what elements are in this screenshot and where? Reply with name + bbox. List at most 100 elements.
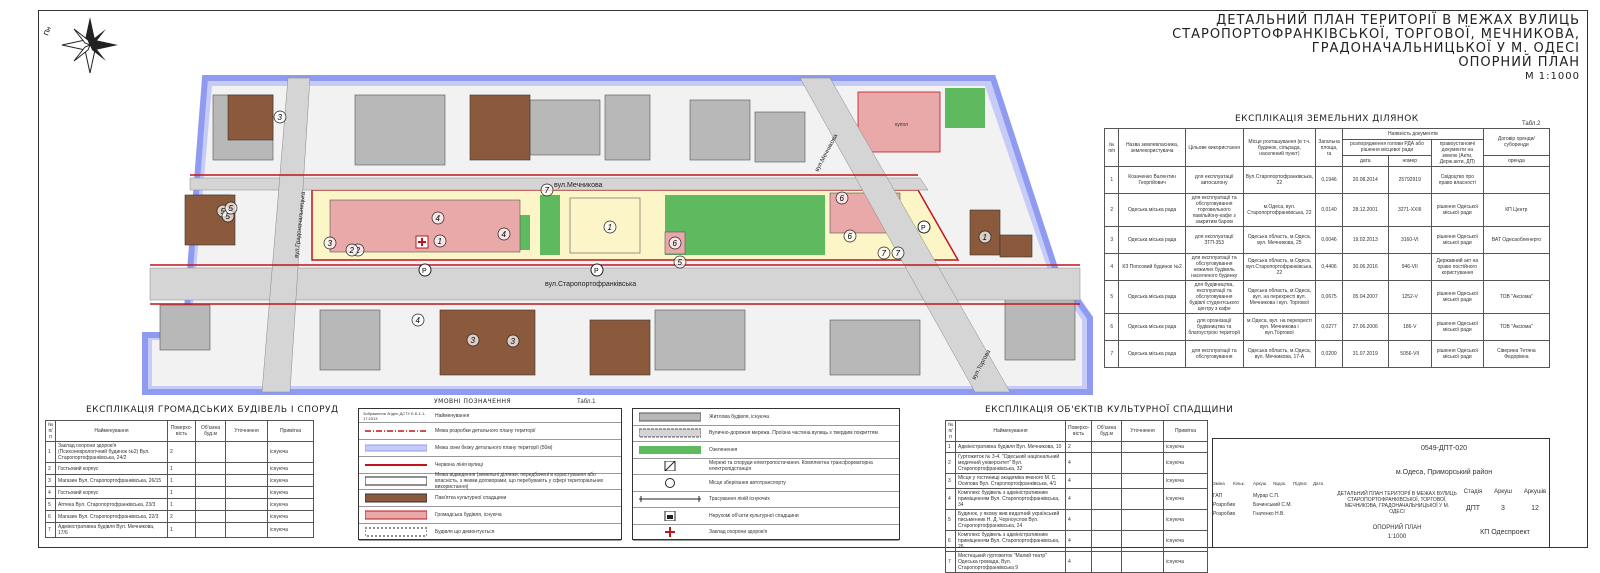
legend-label: Вулично-дорожня мережа. Проїзна частина … (709, 430, 878, 437)
table-cell: Одеська міська рада (1118, 340, 1186, 368)
residential-building (654, 309, 746, 371)
col-header: Примітка (1163, 420, 1208, 442)
table-row: 2 Гостьовий корпус 1 існуюча (45, 462, 314, 475)
table-cell: ВАТ Одесаобленерго (1482, 226, 1551, 254)
green-area (945, 88, 985, 128)
table-cell: Вул.Старопортофранківська, 22 (1242, 166, 1317, 194)
table-cell: Аптека Вул. Старопортофранківська, 23/3 (55, 498, 168, 511)
table-cell: Одеська область, м.Одеса, вул. Мечникова… (1242, 226, 1317, 254)
table-cell: 0,0140 (1315, 193, 1343, 227)
residential-building (604, 94, 651, 161)
table-cell: 30.06.2016 (1342, 253, 1389, 281)
stamp-role: Розробив (1213, 502, 1236, 508)
table-cell (1121, 488, 1164, 510)
compass-north-label: Пн (43, 26, 53, 37)
legend-label: Місце зберігання автотранспорту (709, 479, 786, 486)
residential-building (829, 319, 921, 376)
table-cell: 1 (167, 462, 196, 475)
plan-title: ДЕТАЛЬНИЙ ПЛАН ТЕРИТОРІЇ В МЕЖАХ ВУЛИЦЬ … (1100, 14, 1580, 84)
table-cell: Магазин Вул. Старопортофранківська, 22/3 (55, 510, 168, 523)
heritage-building (469, 94, 531, 161)
legend-swatch-icon (639, 412, 701, 422)
street-label-mechnykova: вул.Мечникова (554, 182, 603, 189)
table-cell: 6 (45, 510, 56, 523)
table-cell: Комплекс будівель з адміністративним при… (955, 488, 1066, 510)
table-cell: рішення Одеської міської ради (1430, 280, 1484, 314)
table-row: 5 Одеська міська рада для будівництва, екс… (1103, 280, 1551, 314)
table-cell: 1252-V (1387, 280, 1432, 314)
table-cell: існуюча (267, 510, 314, 523)
table-cell: для експлуатації ЗТП-353 (1184, 226, 1244, 254)
svg-text:P: P (422, 268, 427, 275)
table-row: 1 Заклад охорони здоров'я (Психоневрологі… (45, 441, 314, 463)
table-cell: Гостьовий корпус (55, 462, 168, 475)
land-table-number: Табл.2 (1522, 121, 1541, 127)
stamp-role-row: Розробив Бачинський С.М. (1213, 502, 1335, 511)
residential-building (159, 304, 211, 351)
table-cell: 20.08.2014 (1342, 166, 1389, 194)
land-table-caption: ЕКСПЛІКАЦІЯ ЗЕМЕЛЬНИХ ДІЛЯНОК (1235, 114, 1419, 124)
table-cell (1482, 166, 1551, 194)
table-cell: рішення Одеської міської ради (1430, 340, 1484, 368)
table-cell: 0,0277 (1315, 313, 1343, 341)
marker-number: 1 (438, 237, 442, 246)
table-cell: 0,0046 (1315, 226, 1343, 254)
legend-label: Заклад охорони здоров'я (709, 529, 768, 536)
stamp-sheets: 12 (1531, 505, 1539, 512)
col-header: Найменування (55, 420, 168, 442)
public-table-caption: ЕКСПЛІКАЦІЯ ГРОМАДСЬКИХ БУДІВЕЛЬ І СПОРУ… (86, 405, 339, 415)
stamp-role-row: Розробив Гнатенко Н.В. (1213, 511, 1335, 520)
table-cell: 3271-XXIII (1387, 193, 1432, 227)
marker-number: 4 (502, 230, 507, 239)
marker-number: 1 (608, 223, 612, 232)
table-cell: 5 (45, 498, 56, 511)
legend-swatch-icon (665, 477, 675, 488)
legend-row: Нерухомі об'єкти культурної спадщини (633, 508, 899, 525)
table-cell: 27.06.2006 (1342, 313, 1389, 341)
legend-swatch-icon (365, 476, 427, 486)
table-cell: 186-V (1387, 313, 1432, 341)
table-cell: 0,4406 (1315, 253, 1343, 281)
table-cell: рішення Одеської міської ради (1430, 226, 1484, 254)
table-cell: Місце у гостинищі академіка вченого М. С… (955, 473, 1066, 489)
col-header: правоустановчі документи на землю (Акти,… (1430, 139, 1484, 167)
table-cell: 1 (167, 498, 196, 511)
legend-label: Трасування ліній існуючих (709, 496, 770, 503)
legend-label: Нерухомі об'єкти культурної спадщини (709, 512, 799, 519)
table-cell: 4 (1065, 488, 1092, 510)
table-cell: 2 (167, 510, 196, 523)
table-cell: 4 (1065, 473, 1092, 489)
table-row: 7 Одеська міська рада для експлуатації та … (1103, 340, 1551, 368)
table-cell (195, 441, 226, 463)
table-cell: Адміністративна будівля Вул. Мечникова, … (955, 441, 1066, 453)
col-header: Уточнення (1121, 420, 1164, 442)
col-header: Цільове використання (1184, 128, 1244, 167)
marker-number: 6 (840, 194, 845, 203)
table-cell: 6 (1103, 313, 1120, 341)
table-row: 1 Козаченко Валентин Георгійович для експл… (1103, 166, 1551, 194)
table-cell: Магазин Вул. Старопортофранківська, 26/1… (55, 474, 168, 487)
table-cell: існуюча (267, 462, 314, 475)
marker-number: 3 (511, 337, 516, 346)
table-cell (1482, 253, 1551, 281)
marker-number: 1 (983, 233, 987, 242)
legend-label: Межа розробки детального плану території (435, 427, 536, 434)
table-cell (195, 522, 226, 538)
table-cell (225, 474, 268, 487)
col-header: Наявність документів (1342, 128, 1484, 140)
table-cell (1121, 452, 1164, 474)
title-block-stamp: 0549-ДПТ-020 м.Одеса, Приморський район … (1212, 438, 1550, 548)
table-cell: Одеська міська рада (1118, 313, 1186, 341)
table-cell: Заклад охорони здоров'я (Психоневрологіч… (55, 441, 168, 463)
title-line: ОПОРНИЙ ПЛАН (1458, 55, 1580, 70)
legend-label: Житлова будівля, існуюча (709, 413, 770, 420)
col-header: Уточнення (225, 420, 268, 442)
legend-row: Житлова будівля, існуюча (633, 409, 899, 426)
table-cell: КЗ Попсовий будинок №2 (1118, 253, 1186, 281)
legend-row: Мережі та споруди електропостачання. Ком… (633, 459, 899, 475)
table-cell (225, 522, 268, 538)
legend-row: Вулично-дорожня мережа. Проїзна частина … (633, 426, 899, 442)
legend-row: Місце зберігання автотранспорту (633, 475, 899, 492)
table-row: 4 Гостьовий корпус 1 існуюча (45, 486, 314, 499)
heritage-table-caption: ЕКСПЛІКАЦІЯ ОБ'ЄКТІВ КУЛЬТУРНОЇ СПАДЩИНИ (985, 405, 1234, 415)
